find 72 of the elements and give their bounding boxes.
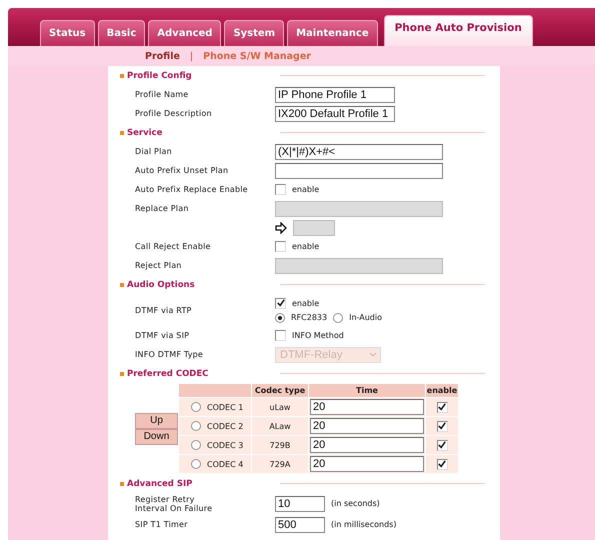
time-field[interactable]: 20: [310, 418, 424, 434]
checkbox[interactable]: [436, 440, 448, 450]
section-title: Audio Options: [108, 280, 280, 290]
field-label: DTMF via SIP: [135, 331, 190, 340]
field-label: Profile Description: [135, 109, 212, 118]
field-label: Call Reject Enable: [135, 242, 211, 251]
nav-tab[interactable]: Maintenance: [287, 20, 378, 46]
checkbox-label: enable: [292, 298, 320, 308]
checkbox[interactable]: [436, 458, 448, 470]
field-label: INFO DTMF Type: [135, 350, 204, 359]
checkbox-label: enable: [292, 185, 320, 194]
checkbox-label: enable: [292, 242, 320, 251]
unit-label: (in seconds): [331, 499, 380, 508]
nav-tab[interactable]: Status: [40, 20, 95, 46]
column-header: Codec type: [252, 384, 308, 397]
subnav-link[interactable]: Profile: [145, 50, 180, 62]
codec-name: CODEC 4: [207, 460, 244, 468]
text-field[interactable]: 500: [275, 516, 325, 532]
section-title: Profile Config: [108, 70, 280, 80]
field-label: Auto Prefix Unset Plan: [135, 166, 228, 175]
checkbox[interactable]: [436, 420, 448, 432]
codec-name: CODEC 1: [207, 402, 244, 412]
time-field[interactable]: 20: [310, 437, 424, 453]
section-title: Service: [108, 128, 280, 138]
nav-tab[interactable]: Basic: [98, 20, 146, 46]
field-label: Dial Plan: [135, 147, 172, 156]
text-field[interactable]: IP Phone Profile 1: [275, 86, 395, 102]
unit-label: (in milliseconds): [331, 520, 396, 529]
field-label: DTMF via RTP: [135, 306, 192, 314]
checkbox-label: INFO Method: [292, 331, 344, 340]
field-label: Replace Plan: [135, 204, 189, 213]
radio-label: In-Audio: [349, 313, 382, 322]
radio-button[interactable]: [191, 440, 201, 450]
checkbox[interactable]: [275, 184, 286, 195]
nav-tab[interactable]: Phone Auto Provision: [384, 15, 533, 46]
time-field[interactable]: 20: [310, 399, 424, 415]
separator: |: [190, 50, 194, 62]
codec-name: CODEC 3: [207, 440, 244, 450]
radio-label: RFC2833: [291, 313, 328, 322]
section-title: Preferred CODEC: [108, 368, 280, 378]
checkbox[interactable]: [275, 241, 286, 252]
time-field[interactable]: 20: [310, 456, 424, 472]
text-field[interactable]: [275, 162, 443, 178]
radio-button[interactable]: [275, 312, 285, 322]
text-field[interactable]: (X|*|#)X+#<: [275, 144, 443, 160]
column-header: Time: [309, 384, 425, 397]
radio-button[interactable]: [191, 459, 201, 469]
checkbox[interactable]: [275, 330, 286, 341]
radio-button[interactable]: [191, 402, 201, 412]
radio-button[interactable]: [191, 421, 201, 431]
codec-type: uLaw: [270, 402, 290, 412]
section-title: Advanced SIP: [108, 478, 280, 488]
text-field[interactable]: IX200 Default Profile 1: [275, 106, 395, 122]
field-label: Auto Prefix Replace Enable: [135, 185, 248, 194]
checkbox[interactable]: [275, 298, 286, 308]
nav-tab[interactable]: Advanced: [148, 20, 222, 46]
codec-type: ALaw: [269, 422, 291, 430]
text-field[interactable]: 10: [275, 496, 325, 512]
column-header: enable: [426, 384, 458, 397]
field-label: Register Retry Interval On Failure: [135, 494, 214, 512]
arrow-icon: [275, 222, 287, 234]
codec-type: 729A: [270, 460, 290, 468]
nav-tab[interactable]: System: [224, 20, 284, 46]
checkbox[interactable]: [436, 402, 448, 412]
radio-button[interactable]: [333, 312, 344, 322]
move-button[interactable]: Down: [135, 428, 178, 444]
move-button[interactable]: Up: [135, 412, 178, 428]
codec-type: 729B: [270, 440, 290, 450]
field-label: Profile Name: [135, 90, 188, 99]
codec-name: CODEC 2: [207, 422, 244, 430]
field-label: SIP T1 Timer: [135, 520, 189, 529]
field-label: Reject Plan: [135, 261, 182, 270]
